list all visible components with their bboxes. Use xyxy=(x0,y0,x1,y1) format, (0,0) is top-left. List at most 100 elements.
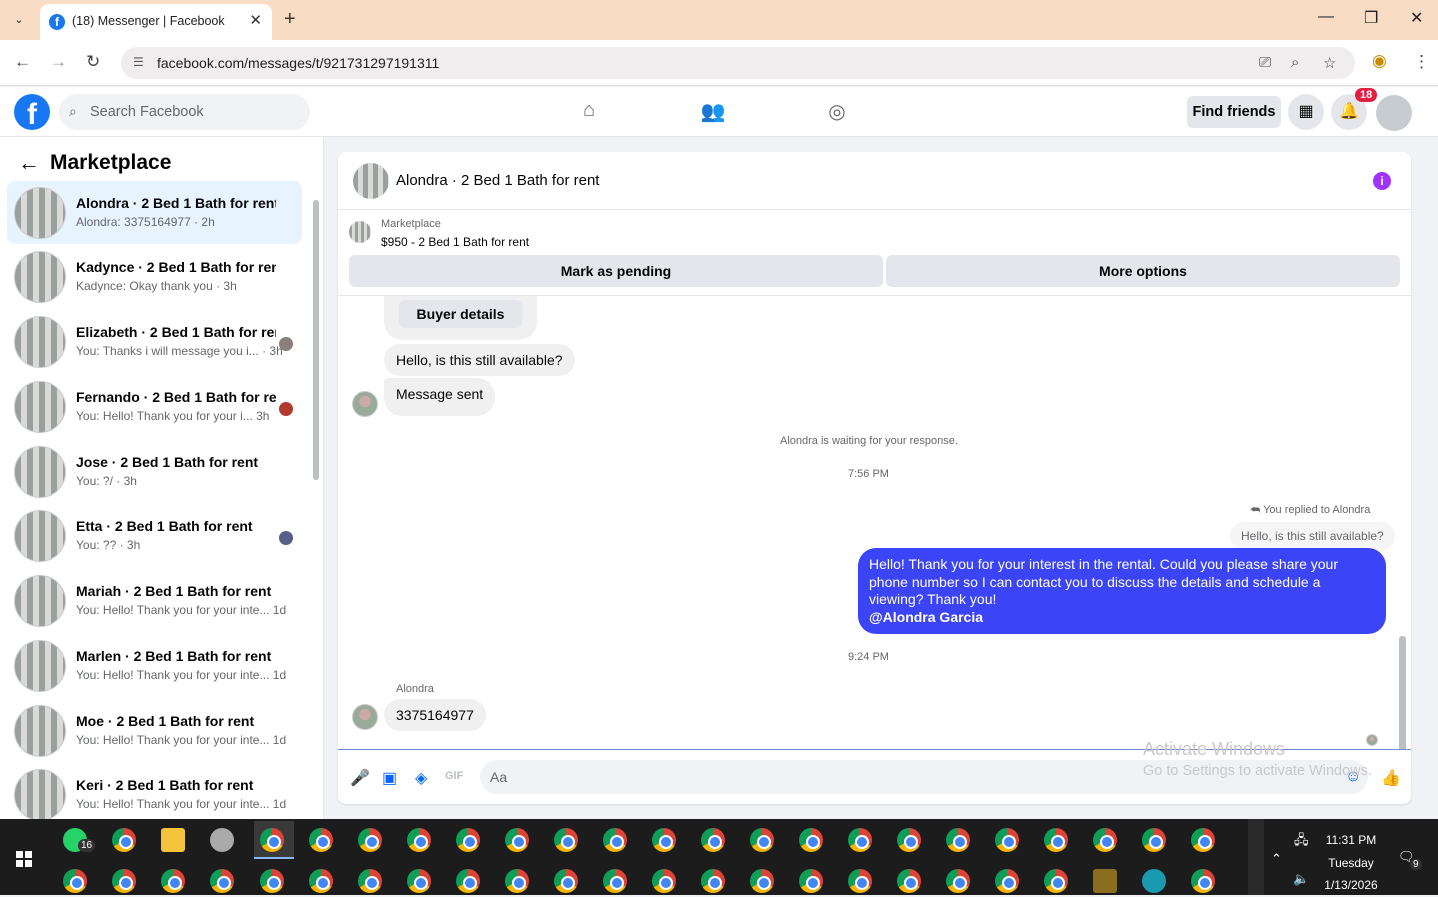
sticker-icon[interactable]: ◈ xyxy=(415,768,427,788)
chrome-icon[interactable] xyxy=(652,869,676,893)
chrome-icon[interactable] xyxy=(505,869,529,893)
mark-as-pending-button[interactable]: Mark as pending xyxy=(349,255,883,287)
system-clock[interactable]: 11:31 PM Tuesday 1/13/2026 xyxy=(1318,829,1384,897)
browser-tab-active[interactable]: f (18) Messenger | Facebook ✕ xyxy=(40,4,272,40)
thread-scrollbar[interactable] xyxy=(1399,636,1406,749)
install-app-icon[interactable]: ⎚ xyxy=(1259,54,1271,71)
chrome-icon[interactable] xyxy=(701,828,725,852)
chrome-icon[interactable] xyxy=(603,869,627,893)
chrome-icon[interactable] xyxy=(407,828,431,852)
restore-icon[interactable]: ❐ xyxy=(1364,8,1378,28)
chrome-icon[interactable] xyxy=(210,869,234,893)
conversation-item[interactable]: Alondra · 2 Bed 1 Bath for rent Alondra:… xyxy=(7,181,302,244)
more-options-button[interactable]: More options xyxy=(886,255,1400,287)
chrome-icon[interactable] xyxy=(407,869,431,893)
conversation-item[interactable]: Marlen · 2 Bed 1 Bath for rent You: Hell… xyxy=(7,634,302,697)
zoom-icon[interactable]: ⌕ xyxy=(1291,54,1299,71)
close-tab-icon[interactable]: ✕ xyxy=(249,11,262,29)
chrome-icon[interactable] xyxy=(505,828,529,852)
chrome-icon[interactable] xyxy=(995,828,1019,852)
app-icon[interactable] xyxy=(1142,869,1166,893)
chrome-icon[interactable] xyxy=(750,828,774,852)
browser-menu-icon[interactable]: ⋮ xyxy=(1413,52,1430,72)
chrome-icon[interactable] xyxy=(799,828,823,852)
search-input[interactable]: ⌕ Search Facebook xyxy=(59,94,310,130)
back-arrow-icon[interactable]: ← xyxy=(18,150,40,176)
microphone-icon[interactable]: 🎤 xyxy=(350,768,370,788)
buyer-details-button[interactable]: Buyer details xyxy=(399,300,522,328)
profile-icon[interactable]: ◉ xyxy=(1372,51,1387,71)
chat-avatar[interactable] xyxy=(353,163,389,199)
minimize-icon[interactable]: — xyxy=(1318,8,1334,26)
chrome-icon[interactable] xyxy=(358,869,382,893)
chrome-icon[interactable] xyxy=(897,869,921,893)
reload-icon[interactable]: ↻ xyxy=(86,52,100,72)
chrome-icon[interactable] xyxy=(848,869,872,893)
chrome-icon[interactable] xyxy=(554,869,578,893)
chrome-icon[interactable] xyxy=(1142,828,1166,852)
chrome-icon[interactable] xyxy=(897,828,921,852)
home-icon[interactable]: ⌂ xyxy=(576,99,602,125)
app-icon[interactable] xyxy=(1093,869,1117,893)
chrome-icon[interactable] xyxy=(161,869,185,893)
gif-icon[interactable]: GIF xyxy=(445,770,463,782)
show-hidden-icons-chevron-icon[interactable]: ⌃ xyxy=(1271,851,1282,867)
conversation-item[interactable]: Mariah · 2 Bed 1 Bath for rent You: Hell… xyxy=(7,569,302,632)
find-friends-button[interactable]: Find friends xyxy=(1187,96,1281,128)
omnibox[interactable]: ☰ facebook.com/messages/t/92173129719131… xyxy=(121,47,1355,79)
chrome-icon[interactable] xyxy=(1044,828,1068,852)
network-icon[interactable]: 🖧 xyxy=(1294,831,1309,853)
volume-icon[interactable]: 🔈 xyxy=(1293,871,1309,887)
attach-photo-icon[interactable]: ▣ xyxy=(382,768,397,788)
listing-title[interactable]: $950 - 2 Bed 1 Bath for rent xyxy=(381,235,529,249)
conversation-item[interactable]: Jose · 2 Bed 1 Bath for rent You: ?/ · 3… xyxy=(7,440,302,503)
url-text[interactable]: facebook.com/messages/t/921731297191311 xyxy=(157,55,439,71)
back-icon[interactable]: ← xyxy=(14,52,31,72)
chrome-icon[interactable] xyxy=(701,869,725,893)
chrome-icon[interactable] xyxy=(799,869,823,893)
chrome-icon[interactable] xyxy=(1191,828,1215,852)
chrome-icon[interactable] xyxy=(309,869,333,893)
bookmark-star-icon[interactable]: ☆ xyxy=(1323,54,1336,72)
site-info-icon[interactable]: ☰ xyxy=(133,55,144,69)
mention[interactable]: @Alondra Garcia xyxy=(869,609,1375,627)
conversation-item[interactable]: Kadynce · 2 Bed 1 Bath for rent Kadynce:… xyxy=(7,245,302,308)
chrome-icon[interactable] xyxy=(456,869,480,893)
tab-search-chevron-icon[interactable]: ⌄ xyxy=(8,9,30,31)
groups-icon[interactable]: ◎ xyxy=(824,99,850,125)
chrome-icon[interactable] xyxy=(946,828,970,852)
chrome-icon[interactable] xyxy=(554,828,578,852)
chrome-icon[interactable] xyxy=(1093,828,1117,852)
conversation-item[interactable]: Etta · 2 Bed 1 Bath for rent You: ?? · 3… xyxy=(7,504,302,567)
chrome-icon[interactable] xyxy=(995,869,1019,893)
chrome-icon[interactable] xyxy=(260,828,284,852)
conversation-item[interactable]: Moe · 2 Bed 1 Bath for rent You: Hello! … xyxy=(7,699,302,762)
close-window-icon[interactable]: ✕ xyxy=(1410,8,1423,28)
chrome-icon[interactable] xyxy=(260,869,284,893)
conversation-item[interactable]: Elizabeth · 2 Bed 1 Bath for rent You: T… xyxy=(7,310,302,373)
chrome-icon[interactable] xyxy=(848,828,872,852)
chrome-icon[interactable] xyxy=(112,828,136,852)
chrome-icon[interactable] xyxy=(946,869,970,893)
windows-start-icon[interactable] xyxy=(16,851,32,867)
chrome-icon[interactable] xyxy=(603,828,627,852)
forward-icon[interactable]: → xyxy=(50,52,67,72)
taskbar-scrollbar[interactable] xyxy=(1248,819,1264,895)
paint-icon[interactable] xyxy=(210,828,234,852)
chrome-icon[interactable] xyxy=(1044,869,1068,893)
chrome-icon[interactable] xyxy=(309,828,333,852)
info-icon[interactable]: i xyxy=(1373,172,1391,190)
conversation-item[interactable]: Keri · 2 Bed 1 Bath for rent You: Hello!… xyxy=(7,763,302,819)
facebook-logo-icon[interactable]: f xyxy=(14,94,50,130)
account-avatar[interactable] xyxy=(1376,95,1412,131)
chrome-icon[interactable] xyxy=(750,869,774,893)
conversation-list-scrollbar[interactable] xyxy=(313,200,319,480)
chrome-icon[interactable] xyxy=(652,828,676,852)
chrome-icon[interactable] xyxy=(1191,869,1215,893)
file-explorer-icon[interactable] xyxy=(161,828,185,852)
chrome-icon[interactable] xyxy=(456,828,480,852)
thumbs-up-icon[interactable]: 👍 xyxy=(1381,768,1401,788)
conversation-item[interactable]: Fernando · 2 Bed 1 Bath for re... You: H… xyxy=(7,375,302,438)
menu-grid-icon[interactable]: ▦ xyxy=(1288,94,1324,130)
chrome-icon[interactable] xyxy=(63,869,87,893)
